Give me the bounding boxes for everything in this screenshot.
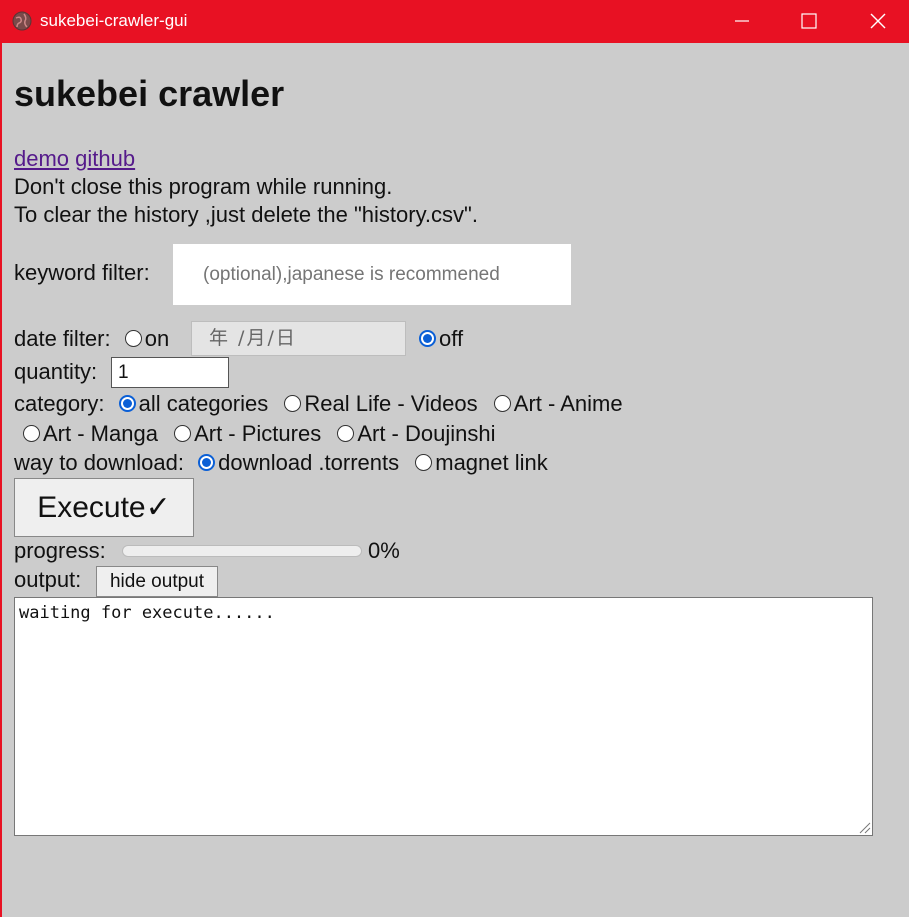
category-all-radio[interactable] xyxy=(118,395,136,412)
download-torrents-radio[interactable] xyxy=(198,454,216,471)
download-label: way to download: xyxy=(14,450,184,475)
date-filter-off-option[interactable]: off xyxy=(419,326,463,352)
category-art-pictures-radio[interactable] xyxy=(174,425,192,442)
download-option-label: download .torrents xyxy=(218,450,400,475)
output-text: waiting for execute...... xyxy=(19,603,275,623)
maximize-icon[interactable] xyxy=(794,8,824,34)
progress-percent: 0% xyxy=(368,538,400,563)
category-row-1: category: all categories Real Life - Vid… xyxy=(14,391,623,417)
progress-bar xyxy=(122,545,362,557)
date-filter-row: date filter: on xyxy=(14,326,169,352)
minimize-icon[interactable] xyxy=(727,8,757,34)
category-option-label: Art - Doujinshi xyxy=(357,421,496,446)
links-row: demo github xyxy=(14,146,135,172)
page-title: sukebei crawler xyxy=(14,73,285,114)
close-icon[interactable] xyxy=(863,8,893,34)
date-filter-on-radio[interactable] xyxy=(124,330,142,347)
keyword-filter-input[interactable] xyxy=(173,244,571,305)
date-filter-on-label: on xyxy=(144,326,170,351)
hide-output-button[interactable]: hide output xyxy=(96,566,218,597)
category-option-label: Art - Pictures xyxy=(194,421,322,446)
category-label: category: xyxy=(14,391,105,416)
demo-link[interactable]: demo xyxy=(14,146,69,171)
app-globe-icon xyxy=(12,11,32,31)
date-filter-label: date filter: xyxy=(14,326,111,351)
magnet-link-radio[interactable] xyxy=(415,454,433,471)
window-title: sukebei-crawler-gui xyxy=(40,11,188,30)
category-option-label: Art - Manga xyxy=(43,421,158,446)
output-textarea[interactable]: waiting for execute...... xyxy=(14,597,873,836)
category-real-life-videos-radio[interactable] xyxy=(284,395,302,412)
execute-button[interactable]: Execute✓ xyxy=(14,478,194,537)
keyword-filter-label: keyword filter: xyxy=(14,260,150,285)
category-option-label: Art - Anime xyxy=(513,391,623,416)
quantity-label: quantity: xyxy=(14,359,98,384)
quantity-input[interactable]: 1 xyxy=(111,357,229,388)
progress-label: progress: xyxy=(14,538,106,563)
category-option-label: all categories xyxy=(138,391,269,416)
category-art-anime-radio[interactable] xyxy=(493,395,511,412)
category-row-2: Art - Manga Art - Pictures Art - Doujins… xyxy=(23,421,495,447)
resize-grip-icon[interactable] xyxy=(858,821,871,834)
date-filter-off-label: off xyxy=(439,326,464,351)
download-row: way to download: download .torrents magn… xyxy=(14,450,548,476)
download-option-label: magnet link xyxy=(435,450,548,475)
note-history: To clear the history ,just delete the "h… xyxy=(14,202,478,227)
date-input[interactable]: 年 /月/日 xyxy=(191,321,406,356)
github-link[interactable]: github xyxy=(75,146,135,171)
date-filter-off-radio[interactable] xyxy=(419,330,436,347)
output-label: output: xyxy=(14,567,82,592)
category-option-label: Real Life - Videos xyxy=(304,391,478,416)
title-bar: sukebei-crawler-gui xyxy=(2,0,909,43)
note-running: Don't close this program while running. xyxy=(14,174,393,199)
category-art-doujinshi-radio[interactable] xyxy=(337,425,355,442)
category-art-manga-radio[interactable] xyxy=(23,425,40,442)
